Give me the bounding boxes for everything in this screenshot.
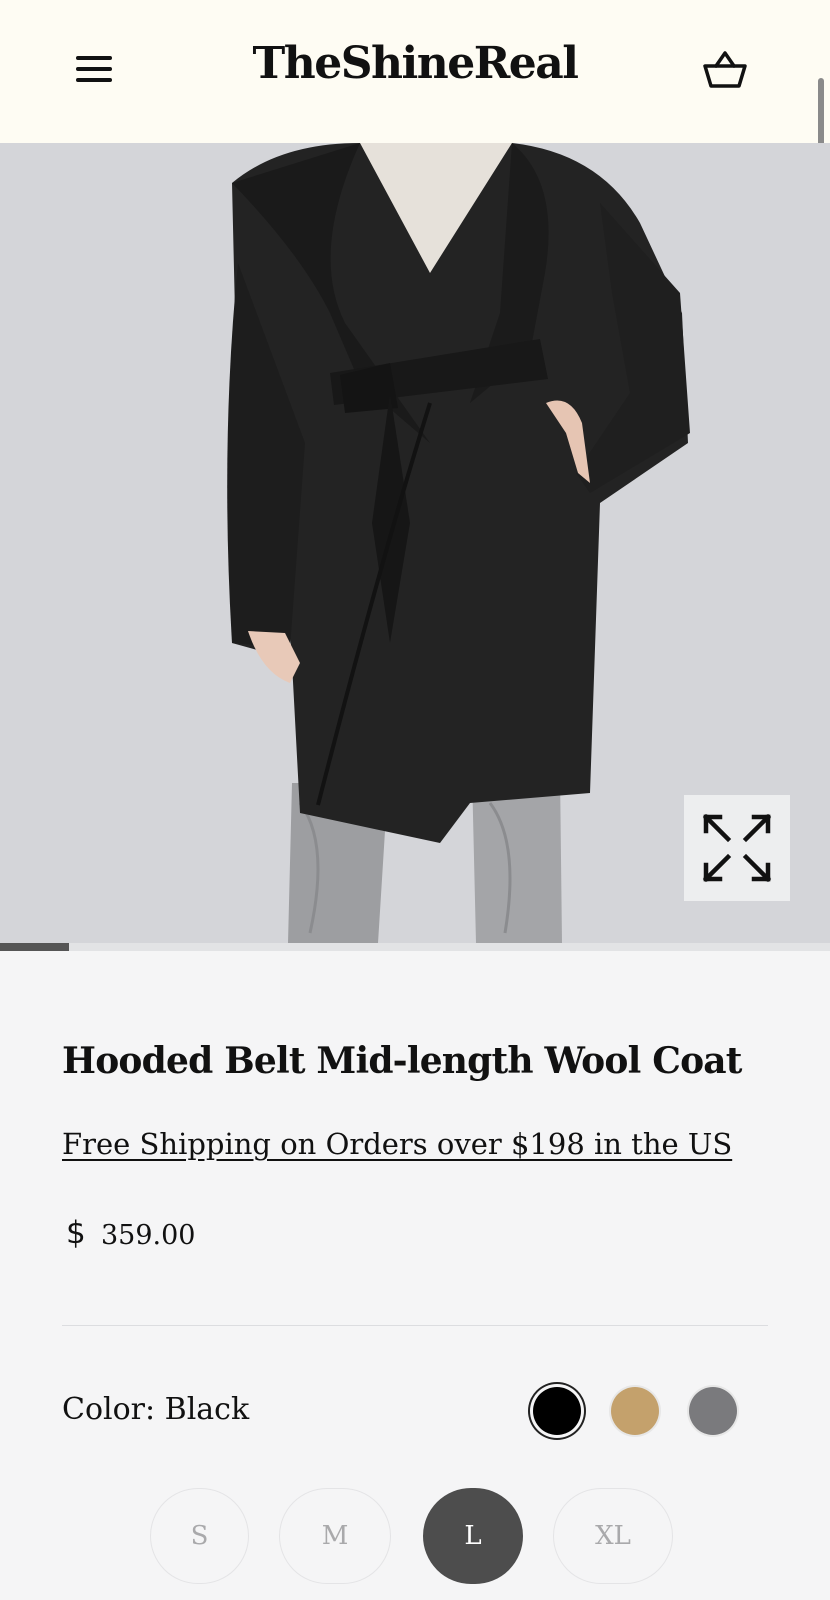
expand-arrows-icon[interactable]	[684, 795, 790, 901]
color-swatch-camel[interactable]	[611, 1387, 659, 1435]
gallery-progress-bar	[0, 943, 830, 951]
shopping-basket-icon[interactable]	[702, 48, 748, 92]
currency-symbol: $	[66, 1215, 86, 1251]
free-shipping-link[interactable]: Free Shipping on Orders over $198 in the…	[62, 1127, 732, 1161]
product-price: 359.00	[101, 1220, 196, 1251]
gallery-progress-fill	[0, 943, 69, 951]
size-option-s[interactable]: S	[150, 1488, 249, 1584]
product-title: Hooded Belt Mid-length Wool Coat	[62, 1040, 742, 1082]
size-option-l[interactable]: L	[423, 1488, 523, 1584]
color-swatch-grey[interactable]	[689, 1387, 737, 1435]
size-option-m[interactable]: M	[279, 1488, 391, 1584]
divider	[62, 1325, 768, 1326]
product-image[interactable]	[0, 143, 830, 943]
size-option-xl[interactable]: XL	[553, 1488, 673, 1584]
site-header: TheShineReal	[0, 0, 830, 143]
color-label: Color: Black	[62, 1392, 250, 1427]
color-swatch-black[interactable]	[533, 1387, 581, 1435]
